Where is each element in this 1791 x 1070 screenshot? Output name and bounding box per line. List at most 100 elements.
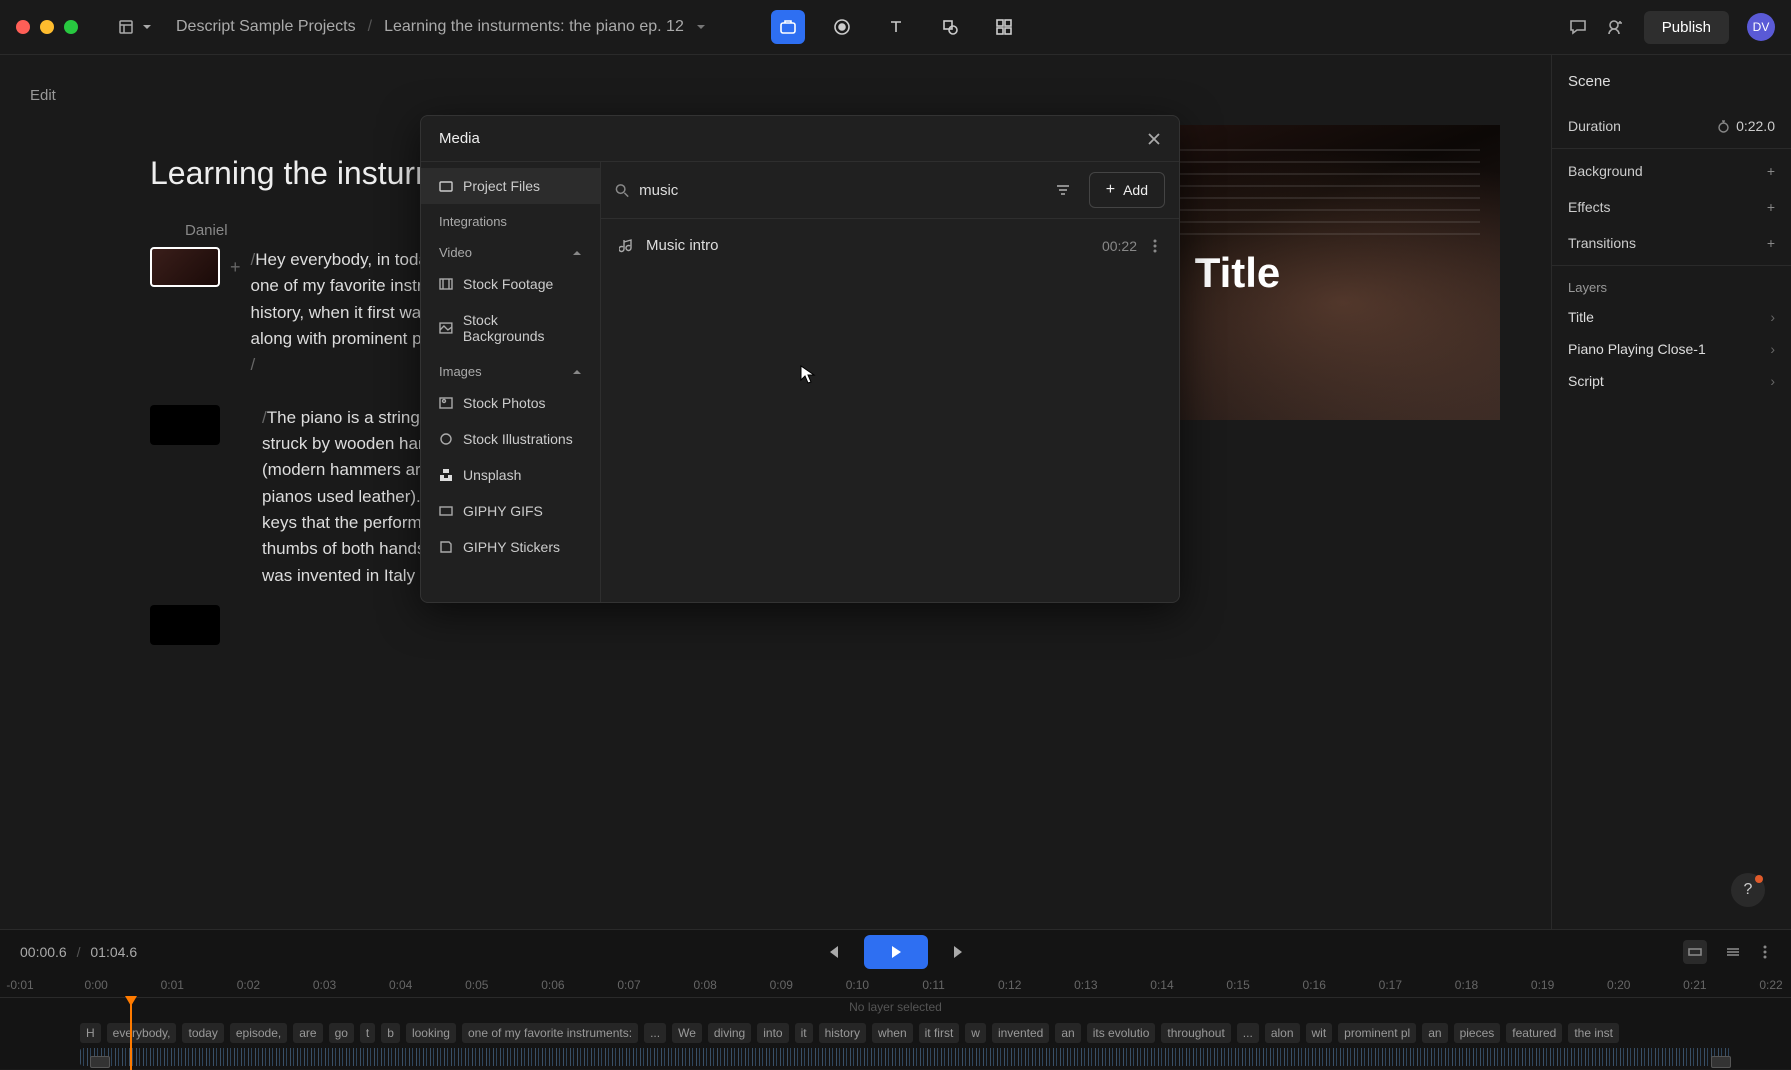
sidebar-label: GIPHY Stickers bbox=[463, 539, 560, 555]
timeline-ruler[interactable]: -0:010:000:010:020:030:040:050:060:070:0… bbox=[0, 974, 1791, 998]
ruler-tick: 0:21 bbox=[1683, 978, 1706, 992]
word-segment[interactable]: history bbox=[819, 1023, 866, 1043]
layer-row-title[interactable]: Title › bbox=[1568, 301, 1775, 333]
word-segment[interactable]: episode, bbox=[230, 1023, 287, 1043]
ruler-tick: 0:20 bbox=[1607, 978, 1630, 992]
scene-marker-start[interactable] bbox=[90, 1056, 110, 1068]
transitions-row[interactable]: Transitions + bbox=[1568, 225, 1775, 261]
word-segment[interactable]: diving bbox=[708, 1023, 751, 1043]
word-segment[interactable]: b bbox=[381, 1023, 400, 1043]
sidebar-item-stock-footage[interactable]: Stock Footage bbox=[421, 266, 600, 302]
word-segment[interactable]: are bbox=[293, 1023, 322, 1043]
breadcrumb-root[interactable]: Descript Sample Projects bbox=[176, 18, 356, 36]
word-segment[interactable]: ... bbox=[644, 1023, 666, 1043]
sidebar-item-stock-photos[interactable]: Stock Photos bbox=[421, 385, 600, 421]
add-transition-button[interactable]: + bbox=[1767, 235, 1775, 251]
word-segment[interactable]: when bbox=[872, 1023, 913, 1043]
play-button[interactable] bbox=[864, 935, 928, 969]
layer-row-piano[interactable]: Piano Playing Close-1 › bbox=[1568, 333, 1775, 365]
media-add-button[interactable]: + Add bbox=[1089, 172, 1165, 208]
scene-thumbnail-2[interactable] bbox=[150, 405, 220, 445]
timeline-more-button[interactable] bbox=[1759, 940, 1771, 964]
word-segment[interactable]: wit bbox=[1306, 1023, 1333, 1043]
chevron-down-icon[interactable] bbox=[696, 22, 706, 32]
add-scene-button[interactable]: + bbox=[230, 257, 241, 278]
step-back-button[interactable] bbox=[818, 938, 846, 966]
comments-button[interactable] bbox=[1568, 17, 1588, 37]
help-button[interactable]: ? bbox=[1731, 873, 1765, 907]
scene-thumbnail-1[interactable] bbox=[150, 247, 220, 287]
text-tool-button[interactable] bbox=[879, 10, 913, 44]
word-segment[interactable]: w bbox=[965, 1023, 986, 1043]
add-background-button[interactable]: + bbox=[1767, 163, 1775, 179]
timeline-view-1-button[interactable] bbox=[1683, 940, 1707, 964]
media-tool-button[interactable] bbox=[771, 10, 805, 44]
sidebar-item-giphy-gifs[interactable]: GIPHY GIFS bbox=[421, 493, 600, 529]
word-segment[interactable]: t bbox=[360, 1023, 375, 1043]
word-segment[interactable]: it first bbox=[919, 1023, 960, 1043]
sidebar-item-giphy-stickers[interactable]: GIPHY Stickers bbox=[421, 529, 600, 565]
word-segment[interactable]: it bbox=[795, 1023, 813, 1043]
media-filter-button[interactable] bbox=[1049, 176, 1077, 204]
timeline-tracks[interactable]: No layer selected Heverybody,todayepisod… bbox=[0, 998, 1791, 1070]
chevron-up-icon bbox=[572, 248, 582, 258]
edit-mode-label[interactable]: Edit bbox=[30, 87, 56, 104]
sidebar-item-project-files[interactable]: Project Files bbox=[421, 168, 600, 204]
word-segment[interactable]: throughout bbox=[1161, 1023, 1230, 1043]
word-segment[interactable]: prominent pl bbox=[1338, 1023, 1416, 1043]
word-track[interactable]: Heverybody,today episode, aregotb looking on… bbox=[80, 1022, 1731, 1044]
preview-title-overlay[interactable]: Title bbox=[1195, 249, 1281, 297]
sidebar-section-images[interactable]: Images bbox=[421, 354, 600, 385]
main-area: Edit Learning the insturments: the piano… bbox=[0, 55, 1791, 929]
playhead[interactable] bbox=[130, 998, 132, 1070]
photo-icon bbox=[439, 396, 453, 410]
word-segment[interactable]: pieces bbox=[1454, 1023, 1501, 1043]
duration-value[interactable]: 0:22.0 bbox=[1736, 118, 1775, 134]
minimize-window-button[interactable] bbox=[40, 20, 54, 34]
step-forward-button[interactable] bbox=[946, 938, 974, 966]
word-segment[interactable]: H bbox=[80, 1023, 101, 1043]
add-effect-button[interactable]: + bbox=[1767, 199, 1775, 215]
waveform-track[interactable] bbox=[80, 1048, 1731, 1066]
scene-marker-end[interactable] bbox=[1711, 1056, 1731, 1068]
effects-row[interactable]: Effects + bbox=[1568, 189, 1775, 225]
share-button[interactable] bbox=[1606, 17, 1626, 37]
layout-tool-button[interactable] bbox=[987, 10, 1021, 44]
document-menu-button[interactable] bbox=[118, 19, 152, 35]
publish-button[interactable]: Publish bbox=[1644, 11, 1729, 44]
word-segment[interactable]: We bbox=[672, 1023, 702, 1043]
timeline-view-2-button[interactable] bbox=[1721, 940, 1745, 964]
word-segment[interactable]: an bbox=[1055, 1023, 1080, 1043]
result-more-button[interactable] bbox=[1149, 239, 1161, 253]
record-tool-button[interactable] bbox=[825, 10, 859, 44]
scene-thumbnail-3[interactable] bbox=[150, 605, 220, 645]
word-segment[interactable]: looking bbox=[406, 1023, 456, 1043]
sidebar-item-unsplash[interactable]: Unsplash bbox=[421, 457, 600, 493]
media-search-input[interactable] bbox=[639, 182, 1037, 199]
word-segment[interactable]: ... bbox=[1237, 1023, 1259, 1043]
media-result-row[interactable]: Music intro 00:22 bbox=[601, 227, 1179, 264]
shapes-tool-button[interactable] bbox=[933, 10, 967, 44]
word-segment[interactable]: alon bbox=[1265, 1023, 1300, 1043]
close-window-button[interactable] bbox=[16, 20, 30, 34]
word-segment[interactable]: go bbox=[329, 1023, 354, 1043]
word-segment[interactable]: into bbox=[757, 1023, 788, 1043]
layer-row-script[interactable]: Script › bbox=[1568, 365, 1775, 397]
effects-label: Effects bbox=[1568, 199, 1611, 215]
sidebar-section-video[interactable]: Video bbox=[421, 235, 600, 266]
word-segment[interactable]: everybody, bbox=[107, 1023, 177, 1043]
media-panel-close-button[interactable] bbox=[1147, 132, 1161, 146]
user-avatar[interactable]: DV bbox=[1747, 13, 1775, 41]
word-segment[interactable]: featured bbox=[1506, 1023, 1562, 1043]
sidebar-item-stock-illustrations[interactable]: Stock Illustrations bbox=[421, 421, 600, 457]
word-segment[interactable]: its evolutio bbox=[1087, 1023, 1156, 1043]
maximize-window-button[interactable] bbox=[64, 20, 78, 34]
word-segment[interactable]: today bbox=[182, 1023, 223, 1043]
word-segment[interactable]: the inst bbox=[1568, 1023, 1619, 1043]
word-segment[interactable]: one of my favorite instruments: bbox=[462, 1023, 638, 1043]
sidebar-item-stock-backgrounds[interactable]: Stock Backgrounds bbox=[421, 302, 600, 354]
word-segment[interactable]: an bbox=[1422, 1023, 1447, 1043]
word-segment[interactable]: invented bbox=[992, 1023, 1049, 1043]
background-row[interactable]: Background + bbox=[1568, 153, 1775, 189]
breadcrumb-current[interactable]: Learning the insturments: the piano ep. … bbox=[384, 18, 684, 36]
